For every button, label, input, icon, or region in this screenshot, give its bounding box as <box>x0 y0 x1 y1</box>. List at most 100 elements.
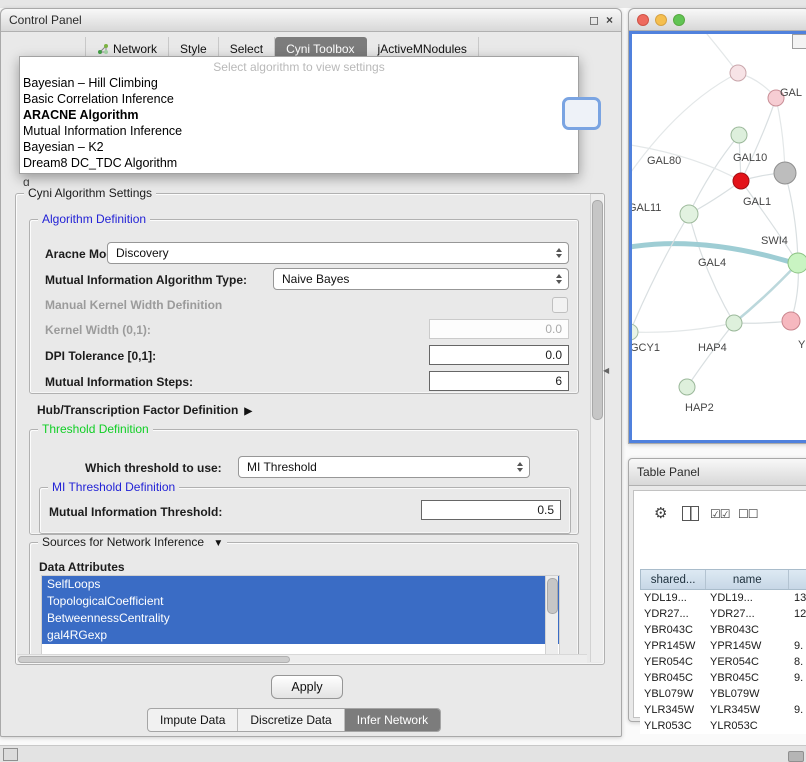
node-label: Y <box>798 339 806 351</box>
node-label: GAL4 <box>698 257 726 269</box>
attribute-item-selfloops[interactable]: SelfLoops <box>42 576 559 593</box>
manual-kernel-checkbox[interactable] <box>552 297 568 313</box>
status-strip <box>0 745 806 762</box>
table-row[interactable]: YPR145WYPR145W9. <box>640 638 806 654</box>
mi-threshold-field[interactable]: 0.5 <box>421 500 561 520</box>
network-canvas[interactable]: GALGAL80GAL10GAL11GAL1SWI4GAL4GCY1HAP4HA… <box>629 31 806 443</box>
select-all-checks-icon[interactable]: ☑☑ <box>710 507 730 521</box>
algorithm-popup-list: Bayesian – Hill ClimbingBasic Correlatio… <box>20 75 578 171</box>
algorithm-option-aracne-algorithm[interactable]: ARACNE Algorithm <box>20 107 578 123</box>
deselect-all-boxes-icon[interactable]: ☐☐ <box>738 507 758 521</box>
table-row[interactable]: YDR27...YDR27...12 <box>640 606 806 622</box>
float-window-icon[interactable]: ◻ <box>589 14 599 26</box>
algorithm-option-bayesian-hill-climbing[interactable]: Bayesian – Hill Climbing <box>20 75 578 91</box>
data-attributes-list[interactable]: SelfLoopsTopologicalCoefficientBetweenne… <box>41 575 560 657</box>
table-cell: YDL19... <box>640 590 706 606</box>
network-node[interactable] <box>731 127 747 143</box>
combo-stepper-icon <box>556 248 562 258</box>
node-label: HAP2 <box>685 402 714 414</box>
table-row[interactable]: YDL19...YDL19...13 <box>640 590 806 606</box>
algorithm-option-dream8-dc-tdc-algorithm[interactable]: Dream8 DC_TDC Algorithm <box>20 155 578 171</box>
bottom-tab-bar: Impute DataDiscretize DataInfer Network <box>147 708 441 732</box>
data-attributes-label: Data Attributes <box>39 560 125 574</box>
close-window-icon[interactable]: × <box>606 14 613 26</box>
mi-steps-field[interactable]: 6 <box>429 371 569 391</box>
combo-stepper-icon <box>517 462 523 472</box>
network-node[interactable] <box>680 205 698 223</box>
table-row[interactable]: YER054CYER054C8. <box>640 654 806 670</box>
tab-discretize-data[interactable]: Discretize Data <box>237 709 343 731</box>
settings-hscrollbar-thumb[interactable] <box>18 656 290 663</box>
network-edge[interactable] <box>689 135 739 214</box>
network-edge[interactable] <box>632 323 734 332</box>
network-edge[interactable] <box>741 98 776 181</box>
table-row[interactable]: YBL079WYBL079W <box>640 686 806 702</box>
attribute-item-topologicalcoefficient[interactable]: TopologicalCoefficient <box>42 593 559 610</box>
algorithm-option-mutual-information-inference[interactable]: Mutual Information Inference <box>20 123 578 139</box>
table-cell: YBR043C <box>640 622 706 638</box>
table-cell: YPR145W <box>706 638 790 654</box>
attributes-scrollbar-thumb[interactable] <box>547 578 558 614</box>
network-node[interactable] <box>733 173 749 189</box>
attributes-scrollbar-track[interactable] <box>545 576 558 654</box>
network-edge[interactable] <box>632 214 689 332</box>
network-node[interactable] <box>782 312 800 330</box>
column-header-2[interactable] <box>789 570 806 589</box>
table-panel-title: Table Panel <box>637 465 801 479</box>
desktop-top-strip <box>0 0 806 8</box>
minimize-traffic-icon[interactable] <box>655 14 667 26</box>
column-header-name[interactable]: name <box>706 570 789 589</box>
sources-group-title[interactable]: Sources for Network Inference ▼ <box>38 535 227 551</box>
dpi-tolerance-label: DPI Tolerance [0,1]: <box>45 349 156 363</box>
network-node[interactable] <box>788 253 806 273</box>
network-node[interactable] <box>730 65 746 81</box>
left-panel-grip-icon[interactable] <box>3 748 18 761</box>
table-cell: YLR053C <box>706 718 790 734</box>
attribute-item-gal4rgexp[interactable]: gal4RGexp <box>42 627 559 644</box>
attribute-item-betweennesscentrality[interactable]: BetweennessCentrality <box>42 610 559 627</box>
kernel-width-field[interactable]: 0.0 <box>429 319 569 339</box>
algorithm-option-bayesian-k2[interactable]: Bayesian – K2 <box>20 139 578 155</box>
dpi-tolerance-field[interactable]: 0.0 <box>429 345 569 365</box>
control-panel-title: Control Panel <box>9 13 582 27</box>
tab-impute-data[interactable]: Impute Data <box>148 709 237 731</box>
network-node[interactable] <box>726 315 742 331</box>
table-row[interactable]: YBR043CYBR043C <box>640 622 806 638</box>
network-edge[interactable] <box>687 323 734 387</box>
table-row[interactable]: YBR045CYBR045C9. <box>640 670 806 686</box>
table-panel-titlebar[interactable]: Table Panel <box>629 459 806 486</box>
network-node[interactable] <box>632 324 638 340</box>
focused-button-ring[interactable] <box>562 97 601 130</box>
network-window-titlebar[interactable] <box>629 9 806 31</box>
expand-right-icon: ▶ <box>244 406 252 417</box>
birdseye-toggle[interactable] <box>792 34 806 49</box>
table-cell: 9. <box>790 670 806 686</box>
settings-scrollbar-thumb[interactable] <box>592 200 603 420</box>
panel-divider-arrow[interactable]: ◀ <box>603 366 609 375</box>
network-node[interactable] <box>774 162 796 184</box>
column-header-shared[interactable]: shared... <box>641 570 706 589</box>
network-node[interactable] <box>679 379 695 395</box>
table-row[interactable]: YLR345WYLR345W9. <box>640 702 806 718</box>
right-panel-grip-icon[interactable] <box>788 751 804 762</box>
which-threshold-select[interactable]: MI Threshold <box>238 456 530 478</box>
mi-type-select[interactable]: Naive Bayes <box>273 268 569 290</box>
gear-icon[interactable]: ⚙ <box>654 504 667 522</box>
network-edge[interactable] <box>785 173 798 263</box>
settings-scrollbar-track[interactable] <box>590 194 603 662</box>
table-cell: YLR345W <box>640 702 706 718</box>
close-traffic-icon[interactable] <box>637 14 649 26</box>
tab-infer-network[interactable]: Infer Network <box>344 709 440 731</box>
algorithm-option-basic-correlation-inference[interactable]: Basic Correlation Inference <box>20 91 578 107</box>
aracne-mode-select[interactable]: Discovery <box>107 242 569 264</box>
settings-hscrollbar-track[interactable] <box>17 654 587 663</box>
hub-section-toggle[interactable]: Hub/Transcription Factor Definition▶ <box>37 403 252 419</box>
table-cell: YDR27... <box>706 606 790 622</box>
network-window: GALGAL80GAL10GAL11GAL1SWI4GAL4GCY1HAP4HA… <box>628 8 806 444</box>
control-panel-titlebar[interactable]: Control Panel ◻ × <box>1 9 621 32</box>
zoom-traffic-icon[interactable] <box>673 14 685 26</box>
desktop: Control Panel ◻ × NetworkStyleSelectCyni… <box>0 0 806 762</box>
columns-icon[interactable] <box>682 506 699 521</box>
table-row[interactable]: YLR053CYLR053C <box>640 718 806 734</box>
apply-button[interactable]: Apply <box>271 675 343 699</box>
